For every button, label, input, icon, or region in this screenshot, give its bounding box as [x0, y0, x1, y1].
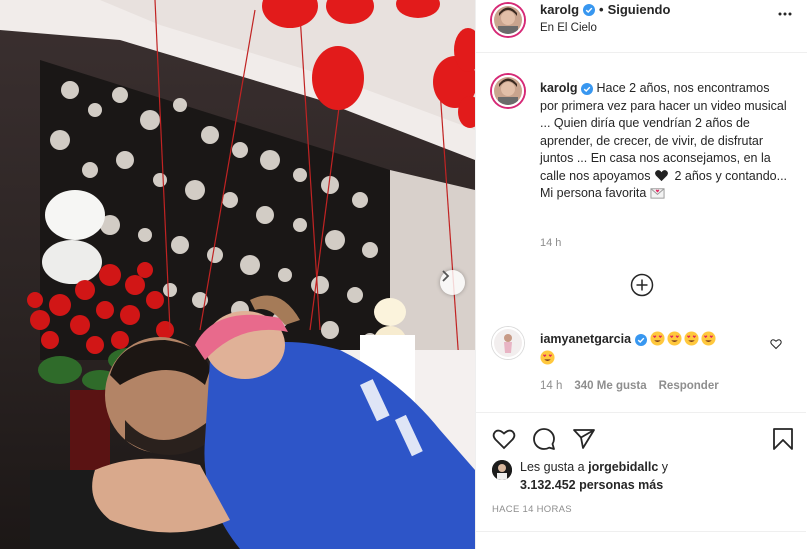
comment-icon[interactable] — [532, 427, 556, 451]
commenter-avatar[interactable] — [492, 327, 524, 359]
post-photo[interactable] — [0, 0, 475, 549]
black-heart-emoji — [655, 169, 668, 181]
likes-others[interactable]: 3.132.452 personas más — [520, 478, 663, 492]
caption-avatar[interactable] — [492, 75, 524, 107]
add-circle-icon[interactable] — [630, 273, 654, 297]
liker-username[interactable]: jorgebidallc — [588, 460, 658, 474]
heart-eyes-emoji — [540, 350, 555, 365]
caption-time[interactable]: 14 h — [540, 237, 561, 249]
heart-eyes-emoji — [684, 331, 699, 346]
photo-illustration — [0, 0, 475, 549]
heart-eyes-emoji — [701, 331, 716, 346]
instagram-post-view: karolg • Siguiendo En El Cielo karolg Ha… — [0, 0, 807, 549]
heart-eyes-emoji — [650, 331, 665, 346]
author-line: karolg • Siguiendo — [540, 2, 670, 17]
more-horizontal-icon[interactable] — [777, 6, 793, 22]
heart-eyes-emoji — [667, 331, 682, 346]
following-button[interactable]: Siguiendo — [608, 2, 671, 17]
author-username[interactable]: karolg — [540, 2, 579, 17]
caption-username[interactable]: karolg — [540, 81, 578, 95]
likes-connector: y — [661, 460, 669, 474]
action-bar — [476, 412, 806, 462]
love-letter-emoji — [650, 188, 665, 199]
verified-icon — [634, 333, 647, 346]
verified-icon — [581, 82, 593, 95]
likes-prefix: Les gusta a — [520, 460, 585, 474]
chevron-right-icon — [442, 270, 450, 282]
post-timestamp[interactable]: HACE 14 HORAS — [492, 504, 572, 515]
comment-likes[interactable]: 340 Me gusta — [574, 380, 646, 392]
share-icon[interactable] — [572, 427, 596, 451]
commenter-username[interactable]: iamyanetgarcia — [540, 332, 631, 346]
location-link[interactable]: En El Cielo — [540, 22, 597, 34]
reply-button[interactable]: Responder — [659, 380, 719, 392]
verified-icon — [583, 3, 596, 16]
comment-text: iamyanetgarcia — [540, 330, 780, 368]
liker-avatar[interactable] — [492, 460, 512, 480]
follow-separator: • — [599, 2, 604, 17]
comment-meta: 14 h 340 Me gusta Responder — [540, 380, 719, 392]
next-photo-button[interactable] — [440, 270, 465, 295]
bookmark-icon[interactable] — [772, 427, 794, 451]
likes-first-line: Les gusta a jorgebidallc y — [520, 460, 668, 474]
caption-text: karolg Hace 2 años, nos encontramos por … — [540, 80, 790, 203]
post-header: karolg • Siguiendo En El Cielo — [476, 0, 807, 53]
comment-time[interactable]: 14 h — [540, 380, 562, 392]
post-details-panel: karolg • Siguiendo En El Cielo karolg Ha… — [475, 0, 807, 549]
comment-box-divider — [476, 531, 806, 532]
heart-icon[interactable] — [492, 427, 516, 451]
author-avatar[interactable] — [492, 4, 524, 36]
comment-like-heart-icon[interactable] — [770, 338, 782, 350]
